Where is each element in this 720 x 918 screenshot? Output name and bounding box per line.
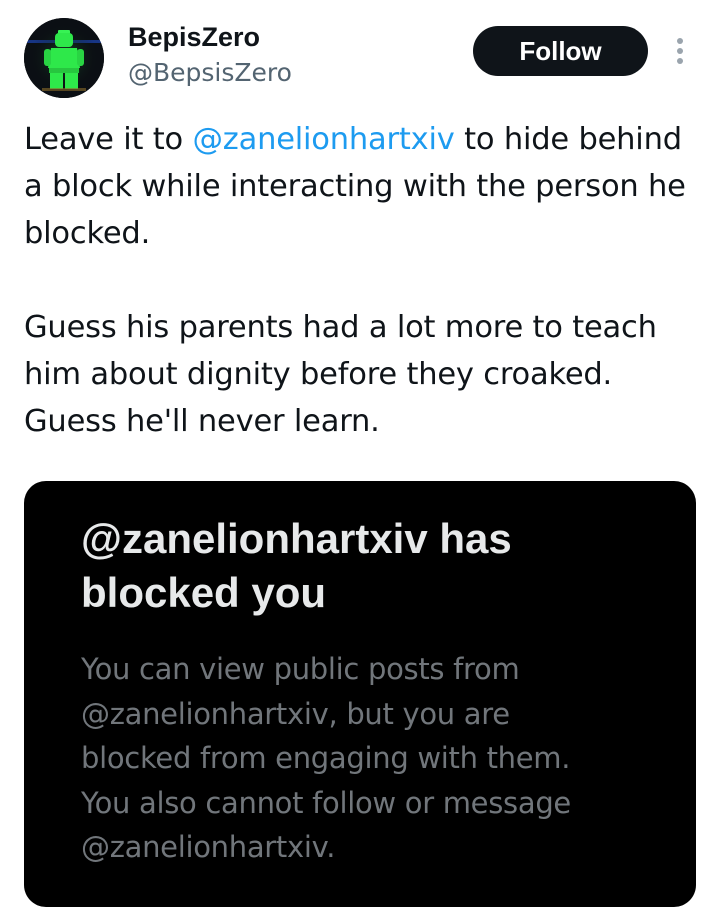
- tweet-text-prefix: Leave it to: [24, 122, 193, 157]
- tweet-paragraph-1: Leave it to @zanelionhartxiv to hide beh…: [24, 116, 700, 257]
- follow-button[interactable]: Follow: [473, 26, 648, 76]
- author-avatar[interactable]: [24, 18, 104, 98]
- blocked-title: @zanelionhartxiv has blocked you: [81, 512, 681, 620]
- tweet: BepisZero @BepsisZero Follow Leave it to…: [0, 0, 720, 918]
- lego-minifigure-avatar-icon: [24, 18, 104, 98]
- blocked-title-line: @zanelionhartxiv has: [81, 515, 512, 562]
- more-vertical-icon[interactable]: [668, 36, 692, 66]
- author-handle[interactable]: @BepsisZero: [128, 58, 292, 87]
- blocked-description-line: @zanelionhartxiv.: [81, 830, 336, 864]
- blocked-title-line: blocked you: [81, 569, 327, 616]
- blocked-description-line: @zanelionhartxiv, but you are: [81, 696, 510, 731]
- author-name[interactable]: BepisZero: [128, 22, 260, 53]
- mention-link[interactable]: @zanelionhartxiv: [192, 122, 454, 157]
- tweet-paragraph-2: Guess his parents had a lot more to teac…: [24, 310, 657, 439]
- blocked-description-line: blocked from engaging with them.: [81, 741, 571, 775]
- tweet-text: Leave it to @zanelionhartxiv to hide beh…: [24, 116, 700, 445]
- blocked-description-line: You can view public posts from: [81, 652, 520, 686]
- blocked-screenshot-card[interactable]: @zanelionhartxiv has blocked you You can…: [24, 481, 696, 907]
- blocked-description-line: You also cannot follow or message: [81, 785, 571, 820]
- blocked-description: You can view public posts from @zanelion…: [81, 647, 681, 870]
